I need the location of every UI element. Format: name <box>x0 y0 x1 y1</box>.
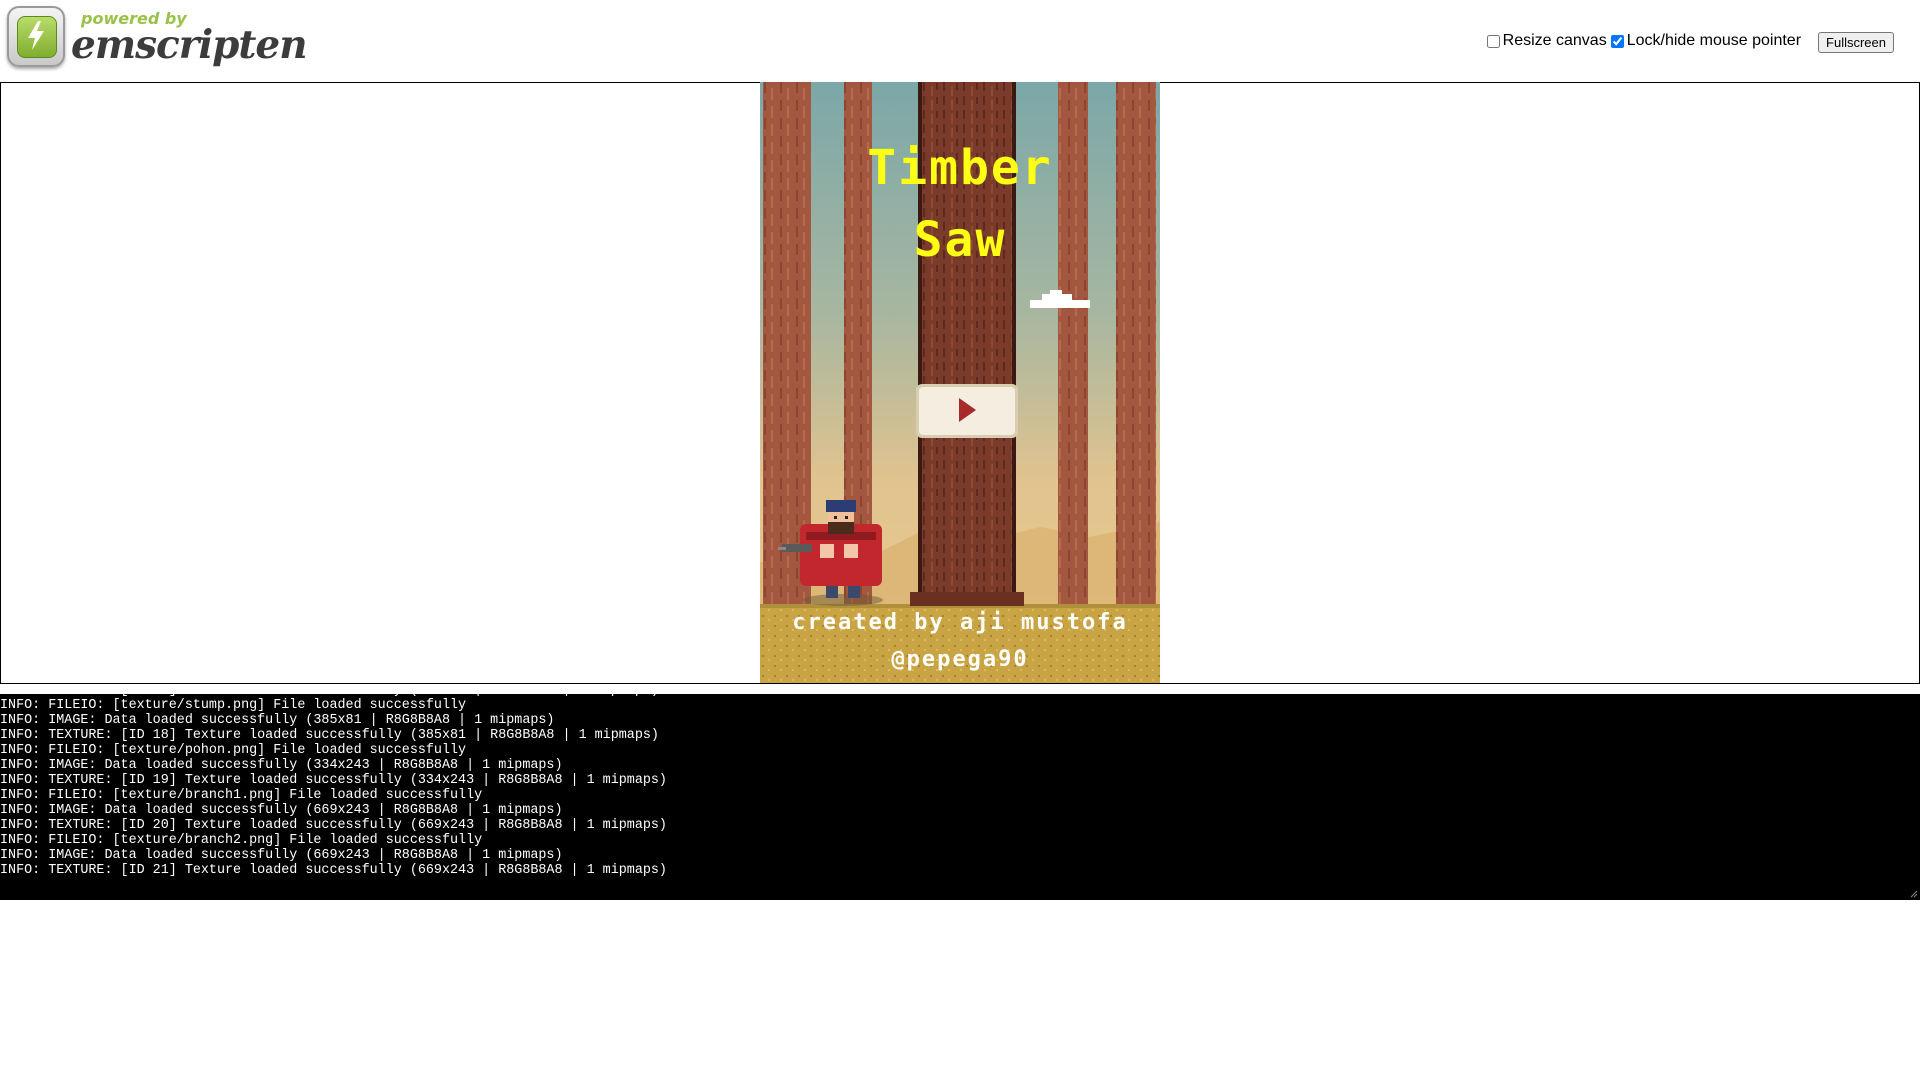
lock-pointer-checkbox[interactable] <box>1610 34 1624 48</box>
console-output[interactable]: INFO: TEXTURE: [ID 17] Texture loaded su… <box>0 694 1920 900</box>
resize-canvas-checkbox[interactable] <box>1486 34 1500 48</box>
credit-handle: @pepega90 <box>891 647 1029 672</box>
console-line: INFO: FILEIO: [texture/stump.png] File l… <box>0 698 467 713</box>
logo-name-text: emscripten <box>71 22 308 68</box>
game-canvas[interactable]: Timber Saw created by aji mustofa @pepeg… <box>760 82 1160 683</box>
emscripten-logo: powered by emscripten <box>7 6 308 70</box>
console-line: INFO: FILEIO: [texture/pohon.png] File l… <box>0 743 467 758</box>
console-line: INFO: IMAGE: Data loaded successfully (6… <box>0 803 563 818</box>
credit-author: created by aji mustofa <box>792 610 1128 635</box>
console-line: INFO: FILEIO: [texture/branch2.png] File… <box>0 833 483 848</box>
game-title-line1: Timber <box>867 140 1053 196</box>
console-line: INFO: IMAGE: Data loaded successfully (3… <box>0 758 563 773</box>
lock-pointer-label: Lock/hide mouse pointer <box>1626 32 1802 49</box>
resize-canvas-label: Resize canvas <box>1502 32 1607 49</box>
console-line: INFO: TEXTURE: [ID 21] Texture loaded su… <box>0 863 667 878</box>
play-button[interactable] <box>916 384 1018 438</box>
emscripten-badge-icon <box>7 6 65 67</box>
console-line: INFO: TEXTURE: [ID 19] Texture loaded su… <box>0 773 667 788</box>
resize-canvas-option[interactable]: Resize canvas <box>1483 32 1607 50</box>
console-line: INFO: TEXTURE: [ID 20] Texture loaded su… <box>0 818 667 833</box>
console-line: INFO: TEXTURE: [ID 18] Texture loaded su… <box>0 728 659 743</box>
resize-grip-icon[interactable] <box>1910 890 1918 898</box>
console-log: INFO: TEXTURE: [ID 17] Texture loaded su… <box>0 694 667 878</box>
console-line: INFO: IMAGE: Data loaded successfully (3… <box>0 713 555 728</box>
canvas-controls: Resize canvas Lock/hide mouse pointer Fu… <box>1483 30 1894 53</box>
game-title-line2: Saw <box>913 212 1007 268</box>
fullscreen-button[interactable]: Fullscreen <box>1818 32 1894 53</box>
page-header: powered by emscripten Resize canvas Lock… <box>0 0 1920 82</box>
console-line: INFO: IMAGE: Data loaded successfully (6… <box>0 848 563 863</box>
lock-pointer-option[interactable]: Lock/hide mouse pointer <box>1607 32 1801 50</box>
console-line: INFO: FILEIO: [texture/branch1.png] File… <box>0 788 483 803</box>
